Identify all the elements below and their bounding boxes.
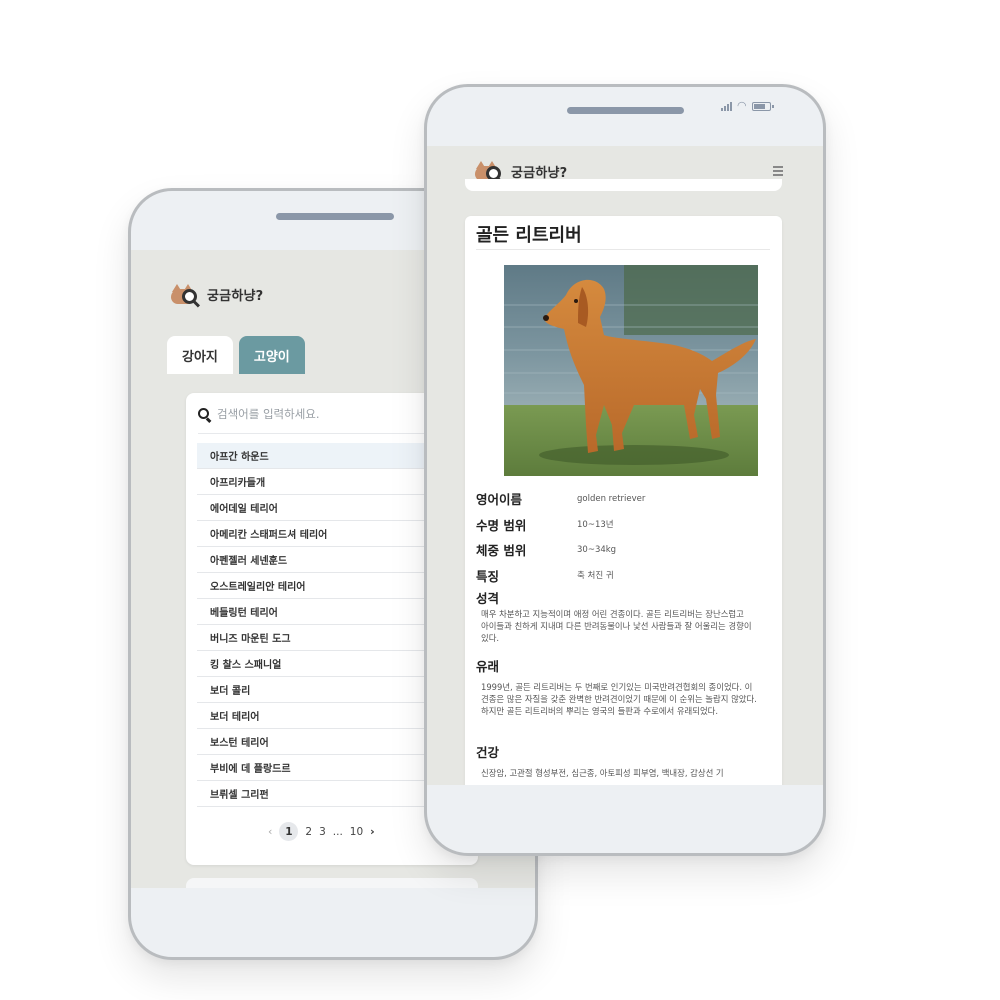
wifi-icon: ◠ <box>737 99 747 112</box>
fact-value: golden retriever <box>577 493 646 504</box>
search-icon <box>198 407 212 423</box>
fact-value: 축 처진 귀 <box>577 571 614 582</box>
page-3-button[interactable]: 3 <box>319 826 326 838</box>
phone-speaker <box>567 107 684 114</box>
app-brand[interactable]: 궁금하냥? <box>475 161 568 185</box>
fact-value: 10~13년 <box>577 520 614 531</box>
fact-label: 체중 범위 <box>476 543 527 559</box>
pagination: ‹ 1 2 3 ... 10 › <box>268 822 375 841</box>
fact-row: 특징 축 처진 귀 <box>476 563 776 589</box>
phone-speaker <box>276 213 394 220</box>
animal-tabs: 강아지 고양이 <box>167 336 305 374</box>
previous-card-edge <box>465 179 782 191</box>
app-title: 궁금하냥? <box>511 165 568 181</box>
app-title: 궁금하냥? <box>207 288 264 304</box>
fact-label: 수명 범위 <box>476 517 527 533</box>
fact-row: 영어이름 golden retriever <box>476 486 776 512</box>
breed-detail-card: 골든 리트리버 영어이름 golden retriever 수명 범위 10~1… <box>465 216 782 785</box>
cat-magnifier-logo-icon <box>171 284 201 308</box>
section-text-personality: 매우 차분하고 지능적이며 애정 어린 견종이다. 골든 리트리버는 장난스럽고… <box>481 609 752 644</box>
next-card-peek <box>186 878 478 888</box>
breed-detail-screen: 궁금하냥? 골든 리트리버 영어이름 golden retriever 수명 범… <box>427 146 823 785</box>
section-heading-personality: 성격 <box>476 591 500 606</box>
battery-icon <box>751 101 774 111</box>
title-divider <box>476 249 770 250</box>
app-brand[interactable]: 궁금하냥? <box>171 284 264 308</box>
page-prev-icon[interactable]: ‹ <box>268 825 272 838</box>
breed-photo <box>504 265 758 476</box>
tab-dog[interactable]: 강아지 <box>167 336 233 374</box>
fact-row: 체중 범위 30~34kg <box>476 537 776 563</box>
tab-cat[interactable]: 고양이 <box>238 336 305 374</box>
hamburger-menu-icon[interactable] <box>773 166 783 178</box>
section-heading-origin: 유래 <box>476 659 500 674</box>
page-next-icon[interactable]: › <box>370 825 375 838</box>
page-ellipsis: ... <box>332 825 343 838</box>
signal-icon <box>721 101 732 111</box>
status-bar: ◠ <box>721 99 774 112</box>
search-placeholder: 검색어를 입력하세요. <box>217 407 320 421</box>
cat-magnifier-logo-icon <box>475 161 505 185</box>
page-10-button[interactable]: 10 <box>350 826 363 838</box>
section-heading-health: 건강 <box>476 745 500 760</box>
fact-value: 30~34kg <box>577 544 617 555</box>
breed-facts: 영어이름 golden retriever 수명 범위 10~13년 체중 범위… <box>476 486 776 588</box>
page-1-button[interactable]: 1 <box>279 822 299 841</box>
fact-row: 수명 범위 10~13년 <box>476 512 776 538</box>
section-text-origin: 1999년, 골든 리트리버는 두 번째로 인기있는 미국반려견협회의 종이었다… <box>481 682 757 717</box>
breed-title: 골든 리트리버 <box>476 225 582 246</box>
section-text-health: 신장암, 고관절 형성부전, 심근종, 아토피성 피부염, 백내장, 갑상선 기 <box>481 768 724 778</box>
fact-label: 영어이름 <box>476 492 523 508</box>
fact-label: 특징 <box>476 568 500 584</box>
phone-frame-right: ◠ 궁금하냥? 골든 리트리버 영어이름 golden retriever 수명… <box>424 84 826 856</box>
page-2-button[interactable]: 2 <box>305 826 312 838</box>
